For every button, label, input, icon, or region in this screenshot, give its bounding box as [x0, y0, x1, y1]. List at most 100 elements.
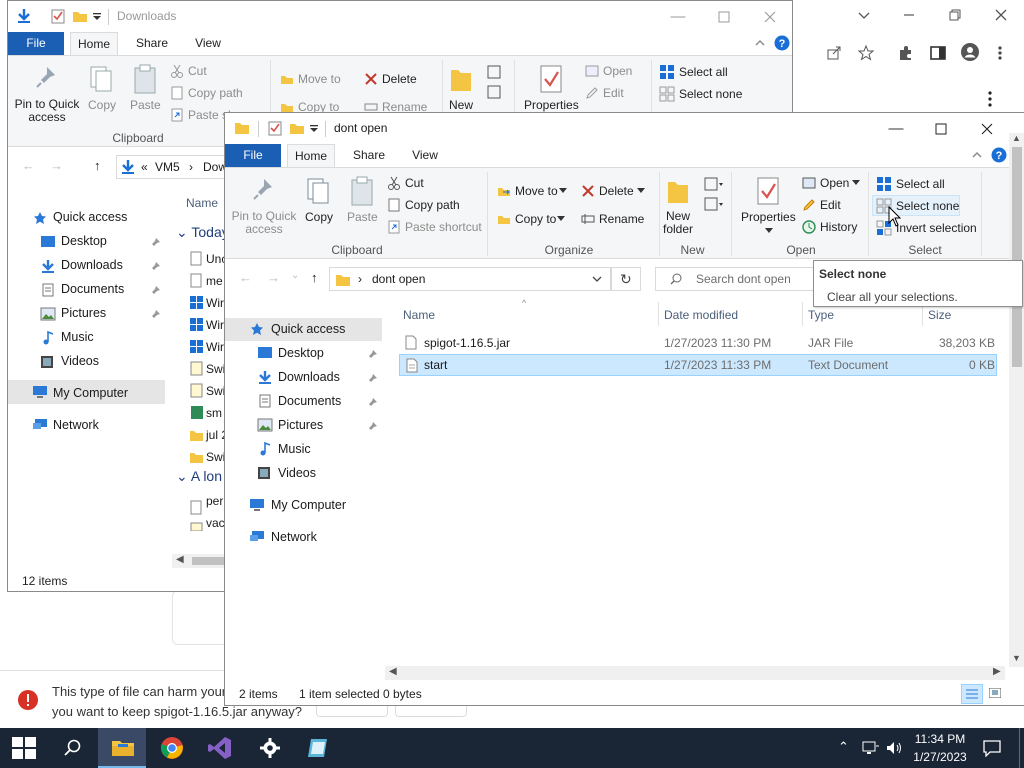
tab-view[interactable]: View	[184, 32, 232, 55]
qat-dropdown-icon[interactable]	[309, 124, 319, 134]
show-desktop-button[interactable]	[1019, 728, 1024, 768]
open-icon[interactable]	[585, 64, 599, 78]
notifications-icon[interactable]	[982, 739, 1002, 757]
sidepanel-icon[interactable]	[929, 44, 947, 62]
notepad-taskbar-button[interactable]	[294, 728, 342, 768]
file-row-7[interactable]: sm	[206, 406, 222, 420]
breadcrumb-dont-open[interactable]: dont open	[372, 272, 425, 286]
tab-home[interactable]: Home	[287, 144, 335, 168]
extensions-icon[interactable]	[897, 44, 915, 62]
tab-share[interactable]: Share	[128, 32, 176, 55]
close-button[interactable]	[964, 113, 1010, 144]
scroll-left-icon[interactable]: ◀	[389, 666, 397, 677]
refresh-button[interactable]: ↻	[611, 267, 641, 291]
file-row-9[interactable]: Swi	[206, 450, 225, 464]
sidebar-item-my-computer[interactable]: My Computer	[271, 498, 346, 512]
qat-dropdown-icon[interactable]	[92, 12, 102, 22]
copy-to-button[interactable]: Copy to	[515, 212, 556, 226]
browser-tab-dropdown-icon[interactable]	[855, 6, 873, 24]
chrome-taskbar-button[interactable]	[148, 728, 196, 768]
volume-icon[interactable]	[886, 740, 904, 756]
select-all-button[interactable]: Select all	[679, 65, 728, 79]
sidebar-item-music[interactable]: Music	[278, 442, 311, 456]
share-icon[interactable]	[825, 44, 843, 62]
select-all-icon[interactable]	[659, 64, 675, 80]
sidebar-item-quick-access[interactable]: Quick access	[53, 210, 127, 224]
cut-button[interactable]: Cut	[405, 176, 424, 190]
select-none-button[interactable]: Select none	[896, 199, 959, 213]
sidebar-item-quick-access[interactable]: Quick access	[271, 322, 345, 336]
move-to-button[interactable]: Move to	[298, 72, 341, 86]
sidebar-item-downloads[interactable]: Downloads	[278, 370, 340, 384]
breadcrumb-vm[interactable]: VM5	[155, 160, 180, 174]
delete-icon[interactable]	[364, 72, 378, 86]
select-all-button[interactable]: Select all	[896, 177, 945, 191]
sidebar-item-my-computer[interactable]: My Computer	[53, 386, 128, 400]
tab-file[interactable]: File	[225, 144, 281, 167]
sidebar-item-network[interactable]: Network	[53, 418, 99, 432]
qat-newfolder-icon[interactable]	[72, 8, 88, 24]
browser-menu-kebab-icon[interactable]	[984, 90, 996, 108]
new-item-icon[interactable]	[703, 176, 725, 212]
select-none-icon[interactable]	[659, 86, 675, 102]
paste-button[interactable]: Paste	[347, 210, 378, 224]
sidebar-item-desktop[interactable]: Desktop	[278, 346, 324, 360]
table-row[interactable]: spigot-1.16.5.jar 1/27/2023 11:30 PM JAR…	[399, 332, 997, 354]
clock-time[interactable]: 11:34 PM	[914, 732, 966, 746]
qat-properties-icon[interactable]	[50, 8, 66, 24]
open-dropdown-icon[interactable]	[852, 180, 860, 186]
new-folder-button[interactable]: New folder	[662, 210, 694, 236]
sidebar-item-network[interactable]: Network	[271, 530, 317, 544]
sidebar-item-downloads[interactable]: Downloads	[61, 258, 123, 272]
pin-icon[interactable]	[34, 64, 60, 90]
move-to-icon[interactable]	[497, 184, 511, 198]
new-item-icon[interactable]	[486, 64, 508, 100]
address-dropdown-icon[interactable]	[592, 275, 602, 283]
delete-button[interactable]: Delete	[599, 184, 634, 198]
edit-icon[interactable]	[585, 86, 599, 100]
file-row-11[interactable]: vac	[206, 516, 225, 530]
open-button[interactable]: Open	[820, 176, 849, 190]
pin-to-quick-access-button[interactable]: Pin to Quick access	[231, 210, 297, 236]
delete-button[interactable]: Delete	[382, 72, 417, 86]
profile-icon[interactable]	[960, 42, 980, 62]
back-arrow-icon[interactable]: ←	[22, 158, 35, 173]
browser-restore-icon[interactable]	[946, 6, 964, 24]
copy-icon[interactable]	[88, 64, 114, 94]
tab-share[interactable]: Share	[345, 144, 393, 167]
up-arrow-icon[interactable]: ↑	[94, 158, 101, 173]
file-row-6[interactable]: Swi	[206, 384, 225, 398]
details-view-button[interactable]	[961, 684, 983, 704]
qat-properties-icon[interactable]	[267, 120, 283, 136]
file-row-4[interactable]: Wir	[206, 340, 224, 354]
tab-file[interactable]: File	[8, 32, 64, 55]
cut-button[interactable]: Cut	[188, 64, 207, 78]
clock-date[interactable]: 1/27/2023	[910, 750, 970, 764]
properties-button[interactable]: Properties	[524, 98, 579, 112]
scroll-down-icon[interactable]: ▼	[1012, 653, 1021, 663]
edit-button[interactable]: Edit	[603, 86, 624, 100]
scroll-left-icon[interactable]: ◀	[176, 554, 184, 565]
search-button[interactable]	[48, 728, 96, 768]
edit-icon[interactable]	[802, 198, 816, 212]
move-to-icon[interactable]	[280, 72, 294, 86]
minimize-button[interactable]: —	[655, 1, 701, 32]
copy-icon[interactable]	[305, 176, 331, 206]
history-button[interactable]: History	[820, 220, 857, 234]
paste-icon[interactable]	[132, 64, 158, 94]
minimize-button[interactable]: —	[873, 113, 919, 144]
settings-taskbar-button[interactable]	[246, 728, 294, 768]
browser-minimize-icon[interactable]	[900, 6, 918, 24]
edit-button[interactable]: Edit	[820, 198, 841, 212]
large-icons-view-button[interactable]	[985, 684, 1007, 704]
copy-to-icon[interactable]	[497, 212, 511, 226]
column-size[interactable]: Size	[928, 308, 951, 322]
copy-button[interactable]: Copy	[88, 98, 116, 112]
table-row-selected[interactable]: start 1/27/2023 11:33 PM Text Document 0…	[399, 354, 997, 376]
properties-dropdown-icon[interactable]	[765, 228, 773, 234]
network-tray-icon[interactable]	[862, 740, 880, 756]
group-today[interactable]: ⌄ Today	[176, 224, 229, 241]
move-to-button[interactable]: Move to	[515, 184, 558, 198]
move-to-dropdown-icon[interactable]	[559, 188, 567, 194]
start-button[interactable]	[0, 728, 48, 768]
